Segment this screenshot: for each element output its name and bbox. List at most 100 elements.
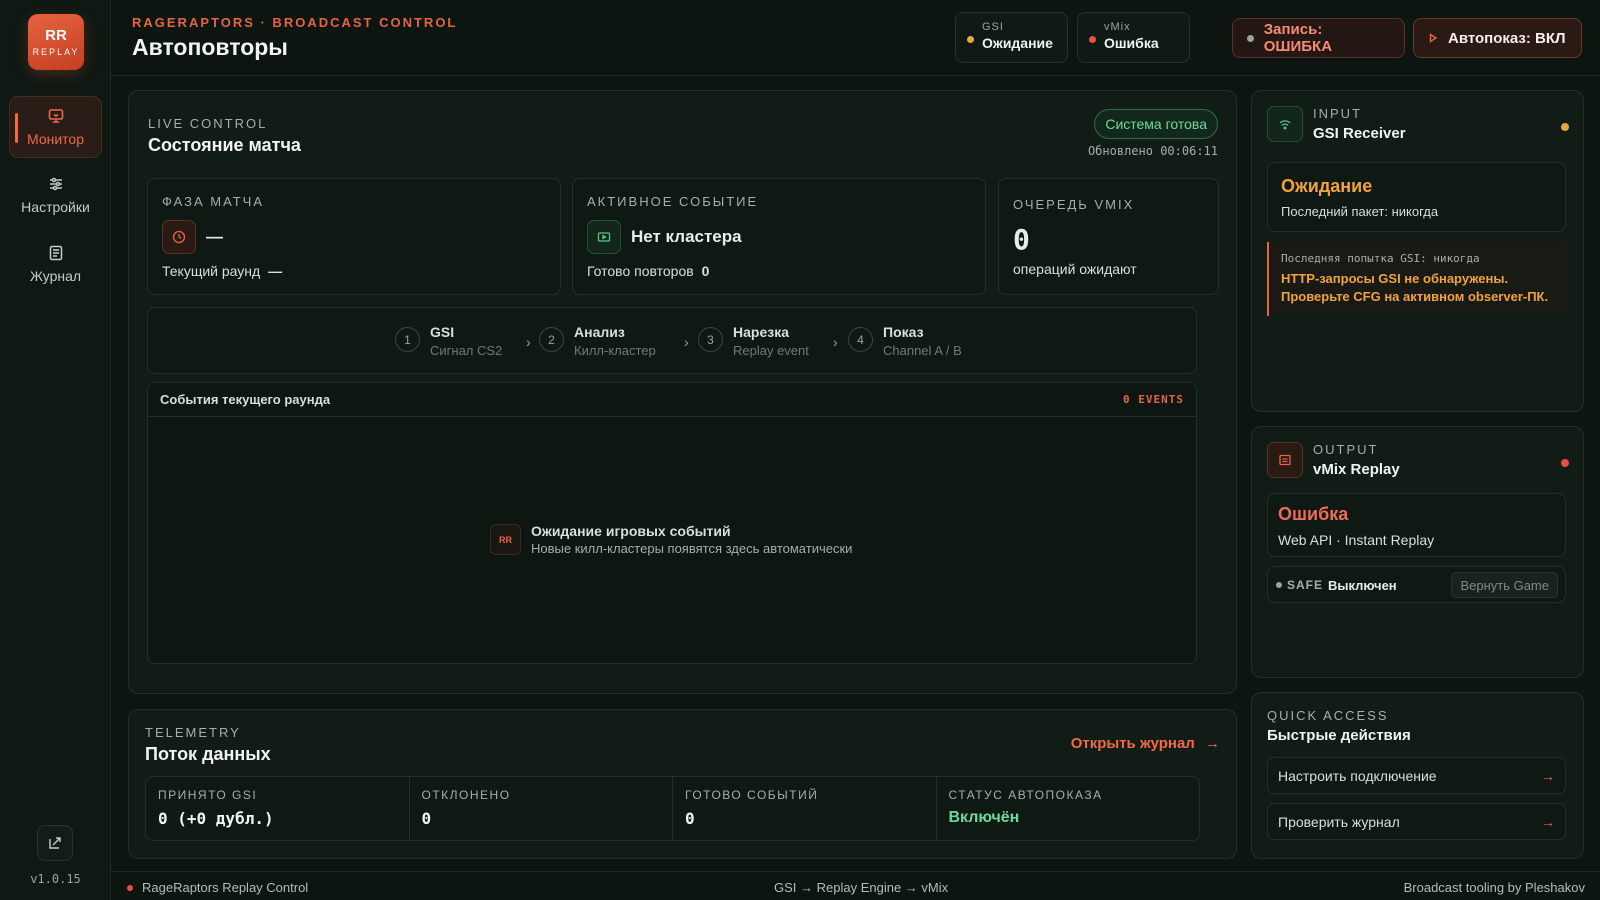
autoplay-toggle-button[interactable]: Автопоказ: ВКЛ [1413, 18, 1582, 58]
metric-value: 0 [685, 809, 695, 828]
input-title: GSI Receiver [1313, 125, 1406, 142]
arrow-right-icon: → [1541, 767, 1555, 784]
metric-value: 0 (+0 дубл.) [158, 809, 274, 828]
nav-item-journal[interactable]: Журнал [9, 233, 102, 295]
round-value: — [268, 263, 283, 279]
footer-pipeline: GSI → Replay Engine → vMix [774, 880, 949, 895]
metric-gsi-received: ПРИНЯТО GSI 0 (+0 дубл.) [146, 777, 410, 840]
sidebar: RR REPLAY Монитор Настройки Журнал v1.0.… [0, 0, 111, 900]
output-sub: Web API · Instant Replay [1278, 532, 1435, 548]
chevron-right-icon: › [833, 334, 838, 350]
app-logo[interactable]: RR REPLAY [28, 14, 84, 70]
output-state-card: Ошибка Web API · Instant Replay [1267, 493, 1566, 557]
step-title: Анализ [574, 324, 625, 340]
arrow-right-icon: → [1205, 735, 1220, 752]
step-sub: Килл-кластер [574, 343, 656, 358]
step-title: GSI [430, 324, 455, 340]
queue-value: 0 [1013, 223, 1030, 256]
step-number: 2 [539, 327, 564, 352]
gsi-status-chip: GSI Ожидание [955, 12, 1068, 63]
queue-sub: операций ожидают [1013, 261, 1137, 277]
alert-head: Последняя попытка GSI: никогда [1281, 252, 1480, 265]
events-empty-state: RR Ожидание игровых событий Новые килл-к… [490, 523, 852, 556]
vmix-status-dot [1089, 36, 1096, 43]
round-events-list: События текущего раунда 0 EVENTS RR Ожид… [147, 382, 1197, 664]
queue-label: ОЧЕРЕДЬ VMIX [1013, 197, 1135, 212]
vmix-status-label: vMix [1104, 21, 1131, 33]
monitor-icon [48, 109, 63, 123]
input-status-dot [1561, 123, 1569, 131]
gsi-status-dot [967, 36, 974, 43]
metric-label: СТАТУС АВТОПОКАЗА [948, 788, 1103, 802]
return-game-button[interactable]: Вернуть Game [1451, 572, 1558, 598]
vmix-queue-card: ОЧЕРЕДЬ VMIX 0 операций ожидают [998, 178, 1219, 295]
vmix-status-chip: vMix Ошибка [1077, 12, 1190, 63]
step-sub: Сигнал CS2 [430, 343, 503, 358]
rr-logo-icon: RR [490, 524, 521, 555]
match-phase-card: ФАЗА МАТЧА — Текущий раунд — [147, 178, 561, 295]
nav-item-monitor[interactable]: Монитор [9, 96, 102, 158]
gsi-warning-alert: Последняя попытка GSI: никогда HTTP-запр… [1267, 242, 1567, 316]
nav-item-settings[interactable]: Настройки [9, 164, 102, 226]
check-log-button[interactable]: Проверить журнал → [1267, 803, 1566, 840]
live-control-panel: LIVE CONTROL Состояние матча Система гот… [128, 90, 1237, 694]
record-status-button[interactable]: Запись: ОШИБКА [1232, 18, 1405, 58]
output-title: vMix Replay [1313, 461, 1400, 478]
gsi-status-label: GSI [982, 21, 1004, 33]
footer-app-name: RageRaptors Replay Control [142, 880, 309, 895]
gsi-status-value: Ожидание [982, 35, 1053, 51]
telemetry-title: Поток данных [145, 744, 271, 764]
quick-access-panel: QUICK ACCESS Быстрые действия Настроить … [1251, 692, 1584, 859]
active-event-card: АКТИВНОЕ СОБЫТИЕ Нет кластера Готово пов… [572, 178, 986, 295]
status-footer: RageRaptors Replay Control GSI → Replay … [111, 871, 1600, 900]
alert-line-2: Проверьте CFG на активном observer-ПК. [1281, 289, 1549, 304]
telemetry-eyebrow: TELEMETRY [145, 725, 241, 740]
live-eyebrow: LIVE CONTROL [148, 116, 268, 131]
safe-mode-row: SAFE Выключен Вернуть Game [1267, 566, 1566, 603]
metric-events-ready: ГОТОВО СОБЫТИЙ 0 [673, 777, 937, 840]
step-number: 3 [698, 327, 723, 352]
metric-value: Включён [948, 809, 1020, 826]
live-title: Состояние матча [148, 135, 301, 155]
vmix-status-value: Ошибка [1104, 35, 1159, 51]
telemetry-metrics: ПРИНЯТО GSI 0 (+0 дубл.) ОТКЛОНЕНО 0 ГОТ… [145, 776, 1200, 841]
wifi-icon [1267, 106, 1303, 142]
chevron-right-icon: › [684, 334, 689, 350]
metric-label: ГОТОВО СОБЫТИЙ [685, 788, 819, 802]
step-number: 1 [395, 327, 420, 352]
input-last-packet: Последний пакет: никогда [1281, 204, 1439, 219]
export-button[interactable] [37, 825, 73, 861]
open-log-label: Открыть журнал [1070, 735, 1195, 752]
phase-value: — [206, 227, 223, 246]
step-sub: Channel A / B [883, 343, 962, 358]
quick-title: Быстрые действия [1267, 727, 1411, 744]
safe-label: SAFE [1287, 578, 1324, 592]
step-number: 4 [848, 327, 873, 352]
phase-label: ФАЗА МАТЧА [162, 194, 265, 209]
ready-replays-label: Готово повторов [587, 263, 694, 279]
metric-label: ПРИНЯТО GSI [158, 788, 258, 802]
configure-connection-button[interactable]: Настроить подключение → [1267, 757, 1566, 794]
quick-eyebrow: QUICK ACCESS [1267, 708, 1389, 723]
pipeline-step-cut: 3 Нарезка Replay event [698, 324, 809, 358]
metric-autoplay-status: СТАТУС АВТОПОКАЗА Включён [937, 777, 1200, 840]
empty-sub: Новые килл-кластеры появятся здесь автом… [531, 541, 853, 556]
input-state: Ожидание [1281, 176, 1373, 196]
qa-label: Проверить журнал [1278, 813, 1400, 830]
export-icon [49, 837, 61, 849]
step-sub: Replay event [733, 343, 809, 358]
round-label: Текущий раунд [162, 263, 261, 279]
page-title: Автоповторы [132, 34, 288, 60]
nav-label-monitor: Монитор [27, 131, 84, 147]
nav-label-settings: Настройки [21, 199, 90, 215]
alert-line-1: HTTP-запросы GSI не обнаружены. [1281, 271, 1509, 286]
active-event-value: Нет кластера [631, 227, 742, 246]
step-title: Показ [883, 324, 924, 340]
ready-replays-value: 0 [701, 263, 710, 279]
clock-icon [162, 220, 196, 254]
replay-icon [587, 220, 621, 254]
open-log-link[interactable]: Открыть журнал → [1071, 735, 1220, 752]
chevron-right-icon: › [526, 334, 531, 350]
pipeline-step-show: 4 Показ Channel A / B [848, 324, 962, 358]
updated-timestamp: Обновлено 00:06:11 [1087, 144, 1218, 158]
